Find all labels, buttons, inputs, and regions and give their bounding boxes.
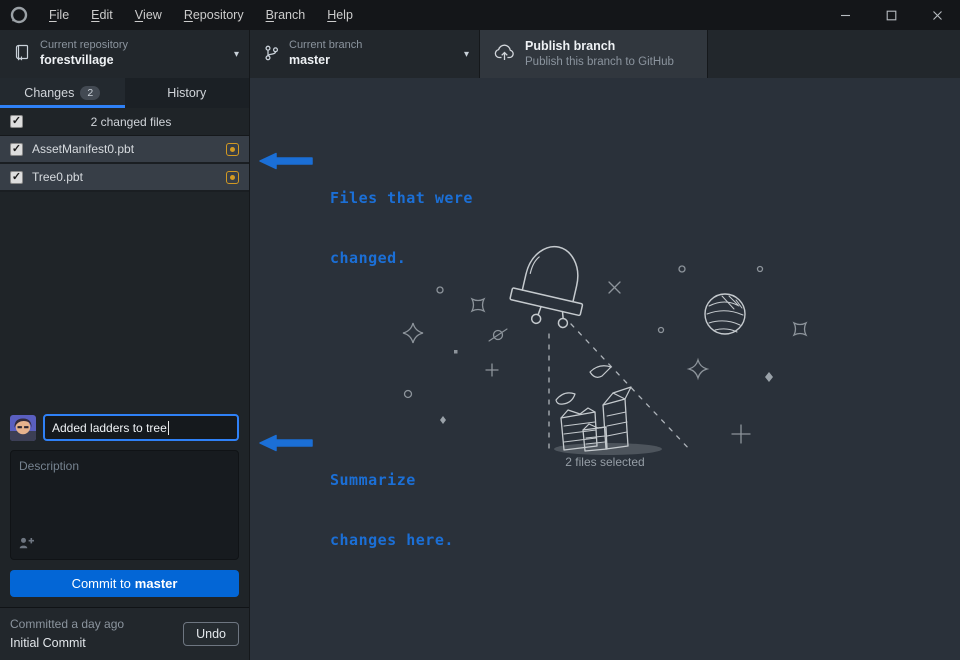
- window-controls: [822, 0, 960, 30]
- file-name: Tree0.pbt: [32, 170, 226, 184]
- branch-chooser-label: Current branch: [289, 39, 362, 53]
- annotation-line: changes here.: [330, 530, 454, 550]
- repo-book-icon: [14, 44, 30, 64]
- files-selected-caption: 2 files selected: [535, 455, 675, 469]
- menu-repository[interactable]: Repository: [173, 0, 255, 30]
- cloud-upload-icon: [494, 44, 515, 64]
- file-row-assetmanifest[interactable]: ✓ AssetManifest0.pbt: [0, 136, 249, 164]
- modified-dot-icon: [226, 171, 239, 184]
- description-input[interactable]: Description: [10, 450, 239, 560]
- branch-chooser[interactable]: Current branch master ▾: [250, 30, 480, 78]
- changes-sidebar: Changes 2 History ✓ 2 changed files ✓ As…: [0, 78, 250, 660]
- undo-button[interactable]: Undo: [183, 622, 239, 646]
- publish-branch-button[interactable]: Publish branch Publish this branch to Gi…: [480, 30, 708, 78]
- annotation-line: Files that were: [330, 188, 473, 208]
- last-commit-time: Committed a day ago: [10, 616, 183, 633]
- file-checkbox[interactable]: ✓: [10, 171, 23, 184]
- branch-name: master: [289, 53, 362, 69]
- minimize-icon[interactable]: [822, 0, 868, 30]
- publish-branch-title: Publish branch: [525, 39, 674, 55]
- left-arrow-icon: [258, 434, 314, 452]
- publish-branch-subtitle: Publish this branch to GitHub: [525, 55, 674, 69]
- menu-branch[interactable]: Branch: [255, 0, 317, 30]
- menu-file[interactable]: File: [38, 0, 80, 30]
- annotation-summarize: Summarize changes here.: [258, 430, 454, 590]
- menu-view[interactable]: View: [124, 0, 173, 30]
- tab-changes[interactable]: Changes 2: [0, 78, 125, 108]
- tab-changes-label: Changes: [24, 86, 74, 100]
- modified-dot-icon: [226, 143, 239, 156]
- menu-bar: File Edit View Repository Branch Help: [38, 0, 364, 30]
- repository-chooser[interactable]: Current repository forestvillage ▾: [0, 30, 250, 78]
- avatar: [10, 415, 36, 441]
- toolbar-spacer: [708, 30, 960, 78]
- commit-button-prefix: Commit to: [72, 576, 131, 591]
- changes-count-badge: 2: [80, 86, 100, 101]
- repository-chooser-label: Current repository: [40, 39, 128, 53]
- file-name: AssetManifest0.pbt: [32, 142, 226, 156]
- description-placeholder: Description: [19, 459, 79, 473]
- close-icon[interactable]: [914, 0, 960, 30]
- menu-edit[interactable]: Edit: [80, 0, 124, 30]
- annotation-line: Summarize: [330, 470, 454, 490]
- commit-button[interactable]: Commit to master: [10, 570, 239, 597]
- github-octocat-icon: [0, 6, 38, 24]
- last-commit-message: Initial Commit: [10, 634, 183, 652]
- changed-files-count: 2 changed files: [23, 115, 239, 129]
- text-cursor: [168, 421, 169, 435]
- file-row-tree[interactable]: ✓ Tree0.pbt: [0, 164, 249, 192]
- commit-form: Added ladders to tree Description Commit…: [0, 404, 249, 607]
- commit-button-branch: master: [135, 576, 178, 591]
- titlebar: File Edit View Repository Branch Help: [0, 0, 960, 30]
- include-all-row: ✓ 2 changed files: [0, 108, 249, 136]
- include-all-checkbox[interactable]: ✓: [10, 115, 23, 128]
- sidebar-tabs: Changes 2 History: [0, 78, 249, 108]
- add-person-icon[interactable]: [19, 537, 35, 552]
- annotation-files-changed: Files that were changed.: [258, 148, 473, 308]
- last-commit-footer: Committed a day ago Initial Commit Undo: [0, 607, 249, 660]
- summary-text: Added ladders to tree: [52, 421, 167, 435]
- tab-history[interactable]: History: [125, 78, 250, 108]
- main-panel: 2 files selected Files that were changed…: [250, 78, 960, 660]
- repository-name: forestvillage: [40, 53, 128, 69]
- tab-history-label: History: [167, 86, 206, 100]
- sidebar-spacer: [0, 192, 249, 404]
- file-checkbox[interactable]: ✓: [10, 143, 23, 156]
- summary-input[interactable]: Added ladders to tree: [43, 414, 239, 441]
- toolbar: Current repository forestvillage ▾ Curre…: [0, 30, 960, 78]
- left-arrow-icon: [258, 152, 314, 170]
- maximize-icon[interactable]: [868, 0, 914, 30]
- annotation-line: changed.: [330, 248, 473, 268]
- git-branch-icon: [264, 45, 279, 64]
- menu-help[interactable]: Help: [316, 0, 364, 30]
- chevron-down-icon: ▾: [226, 49, 239, 60]
- chevron-down-icon: ▾: [456, 49, 469, 60]
